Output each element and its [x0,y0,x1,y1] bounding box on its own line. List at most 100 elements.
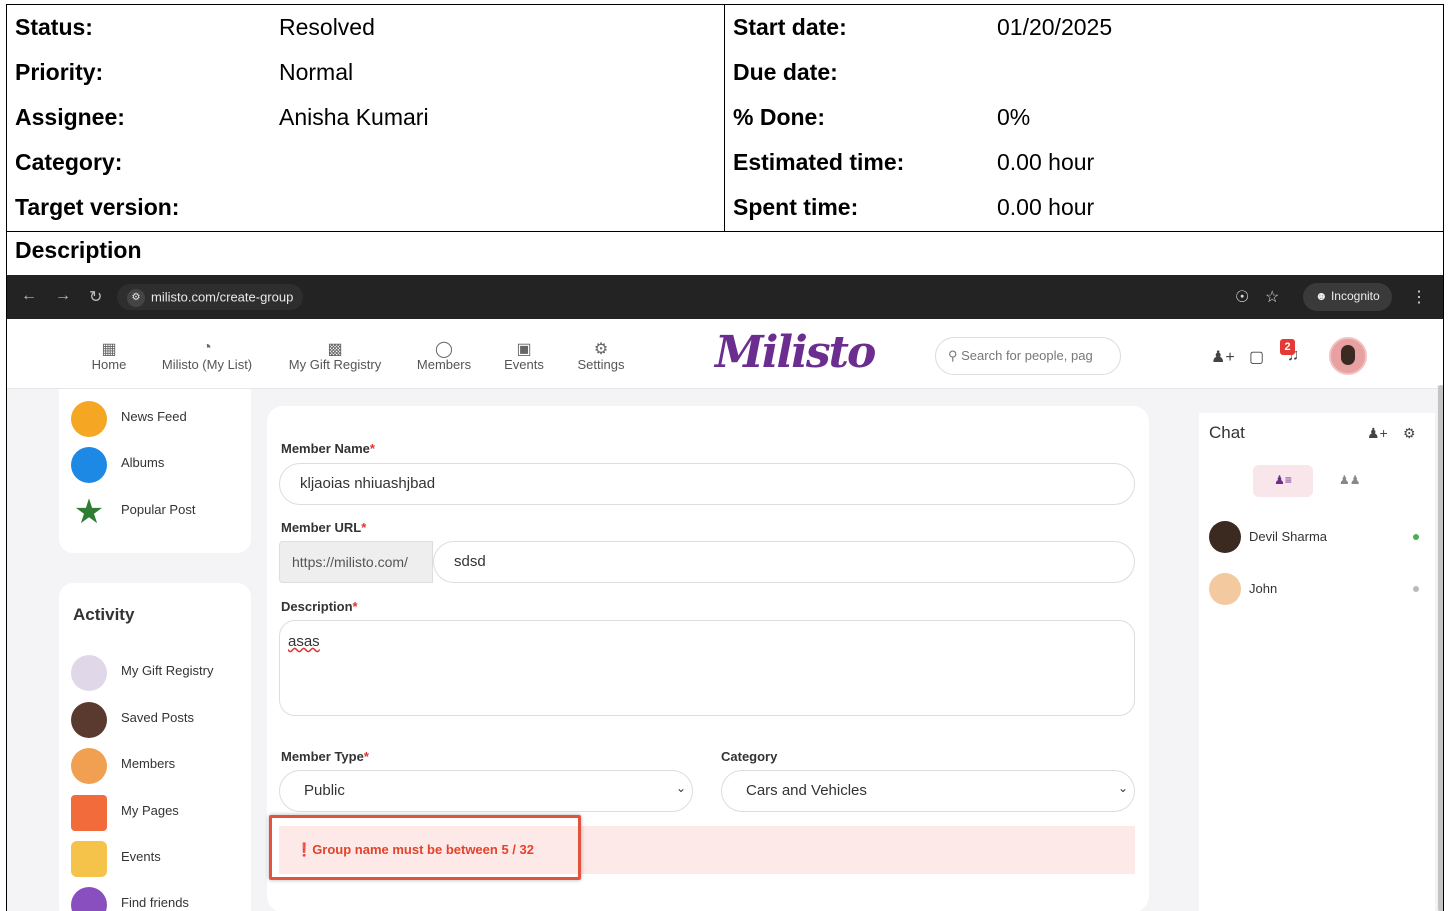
incognito-badge[interactable]: ☻ Incognito [1303,283,1392,311]
sidebar-item-label: News Feed [121,409,187,424]
star-icon: ★ [73,493,105,531]
attr-value: 0.00 hour [997,149,1095,175]
description-textarea[interactable]: asas [279,620,1135,716]
gift-registry-icon [71,655,107,691]
attr-row-due-date: Due date: [725,50,1443,95]
sidebar-item-label: Find friends [121,895,189,910]
required-mark: * [361,520,367,535]
incognito-icon: ☻ [1315,289,1331,303]
category-value: Cars and Vehicles [746,782,867,799]
megaphone-icon [71,401,107,437]
find-friends-icon [71,887,107,911]
nav-label: Events [504,357,544,372]
error-highlight-box: ❗Group name must be between 5 / 32 [269,815,581,880]
attr-label: Target version: [15,194,180,220]
attr-value: 0% [997,104,1031,130]
nav-events[interactable]: ▣ Events [501,339,547,372]
tab-contacts[interactable]: ♟≡ [1253,465,1313,497]
label-text: Member Name [281,441,370,456]
add-group-icon[interactable]: ♟+ [1367,425,1388,442]
page-scrollbar[interactable] [1437,385,1443,911]
status-dot-offline [1413,586,1419,592]
add-friend-icon[interactable]: ♟+ [1211,347,1235,367]
bookmark-star-icon[interactable]: ☆ [1265,287,1279,307]
tab-groups[interactable]: ♟♟ [1339,473,1361,487]
member-url-input[interactable]: sdsd [433,541,1135,583]
sidebar-item-label: Saved Posts [121,710,194,725]
back-icon[interactable]: ← [21,287,37,305]
sidebar-item-label: Popular Post [121,502,196,517]
attr-label: % Done: [733,104,825,130]
chat-settings-icon[interactable]: ⚙ [1403,425,1416,442]
site-settings-icon[interactable]: ⚙ [127,289,145,307]
required-mark: * [352,599,358,614]
browser-toolbar: ← → ↻ ⚙ milisto.com/create-group ☉ ☆ ☻ In… [7,275,1443,319]
category-label: Category [721,749,778,764]
sidebar-item-label: Events [121,849,161,864]
app-header: ▦ Home ◔ Milisto (My List) ▩ My Gift Regist… [7,319,1443,389]
status-dot-online [1413,534,1419,540]
chevron-down-icon: ⌄ [1117,781,1128,795]
attr-label: Estimated time: [733,149,905,175]
sidebar-item-label: My Pages [121,803,179,818]
gear-icon: ⚙ [593,341,609,358]
groups-icon: ♟♟ [1339,473,1361,487]
member-type-label: Member Type* [281,749,369,764]
attr-label: Due date: [733,59,838,85]
avatar [1209,573,1241,605]
sidebar-activity-card: Activity My Gift Registry Saved Posts Me… [59,583,251,911]
member-type-select[interactable]: Public ⌄ [279,770,693,812]
messages-icon[interactable]: ▢ [1249,347,1264,367]
registry-icon: ▩ [327,341,343,358]
label-text: Member URL [281,520,362,535]
scrollbar-thumb[interactable] [1438,385,1443,911]
description-heading: Description [15,237,142,263]
description-label: Description* [281,599,358,614]
nav-settings[interactable]: ⚙ Settings [573,339,629,372]
calendar-icon: ▣ [516,341,532,358]
forward-icon[interactable]: → [55,287,71,305]
address-bar[interactable]: ⚙ milisto.com/create-group [117,284,304,310]
category-select[interactable]: Cars and Vehicles ⌄ [721,770,1135,812]
attr-value[interactable]: Anisha Kumari [279,104,429,131]
attr-value: 01/20/2025 [997,14,1113,40]
milisto-logo[interactable]: Milisto [715,327,876,378]
user-avatar[interactable] [1329,337,1367,375]
divider [7,231,1443,232]
error-text: Group name must be between 5 / 32 [312,842,534,857]
attr-row-assignee: Assignee: Anisha Kumari [7,95,724,140]
attr-row-priority: Priority: Normal [7,50,724,95]
browser-menu-icon[interactable]: ⋮ [1411,287,1427,307]
search-icon: ⚲ [948,348,962,363]
saved-posts-icon [71,702,107,738]
error-message: ❗Group name must be between 5 / 32 [296,842,534,858]
contact-name: Devil Sharma [1249,529,1328,544]
attr-row-category: Category: [7,140,724,185]
embedded-screenshot: ← → ↻ ⚙ milisto.com/create-group ☉ ☆ ☻ In… [7,275,1443,911]
attr-row-target-version: Target version: [7,185,724,230]
member-name-input[interactable]: kljaoias nhiuashjbad [279,463,1135,505]
tracking-protection-icon[interactable]: ☉ [1235,287,1249,307]
chat-panel: Chat ♟+ ⚙ ♟≡ ♟♟ Devil Sharma John [1199,413,1435,911]
attr-row-estimated-time: Estimated time: 0.00 hour [725,140,1443,185]
search-input[interactable]: ⚲ Search for people, pag [935,337,1121,375]
description-text: asas [288,633,320,650]
attr-row-spent-time: Spent time: 0.00 hour [725,185,1443,230]
albums-icon [71,447,107,483]
attr-label: Status: [15,14,93,40]
attributes-table: Status: Resolved Priority: Normal Assignee… [7,5,1443,231]
nav-home[interactable]: ▦ Home [89,339,129,372]
sidebar-item-label: My Gift Registry [121,663,214,678]
sidebar-shortcuts-card: News Feed Albums ★ Popular Post [59,389,251,553]
attributes-right-column: Start date: 01/20/2025 Due date: % Done: 0… [725,5,1443,231]
reload-icon[interactable]: ↻ [89,287,102,307]
attr-value: Resolved [279,14,375,40]
issue-attributes-frame: Status: Resolved Priority: Normal Assignee… [6,4,1444,911]
chat-title: Chat [1209,423,1245,442]
attr-row-start-date: Start date: 01/20/2025 [725,5,1443,50]
nav-label: Milisto (My List) [161,357,253,372]
nav-label: Settings [577,357,625,372]
nav-members[interactable]: ◯ Members [411,339,477,372]
nav-my-gift-registry[interactable]: ▩ My Gift Registry [283,339,387,372]
nav-milisto-my-list[interactable]: ◔ Milisto (My List) [155,339,259,372]
